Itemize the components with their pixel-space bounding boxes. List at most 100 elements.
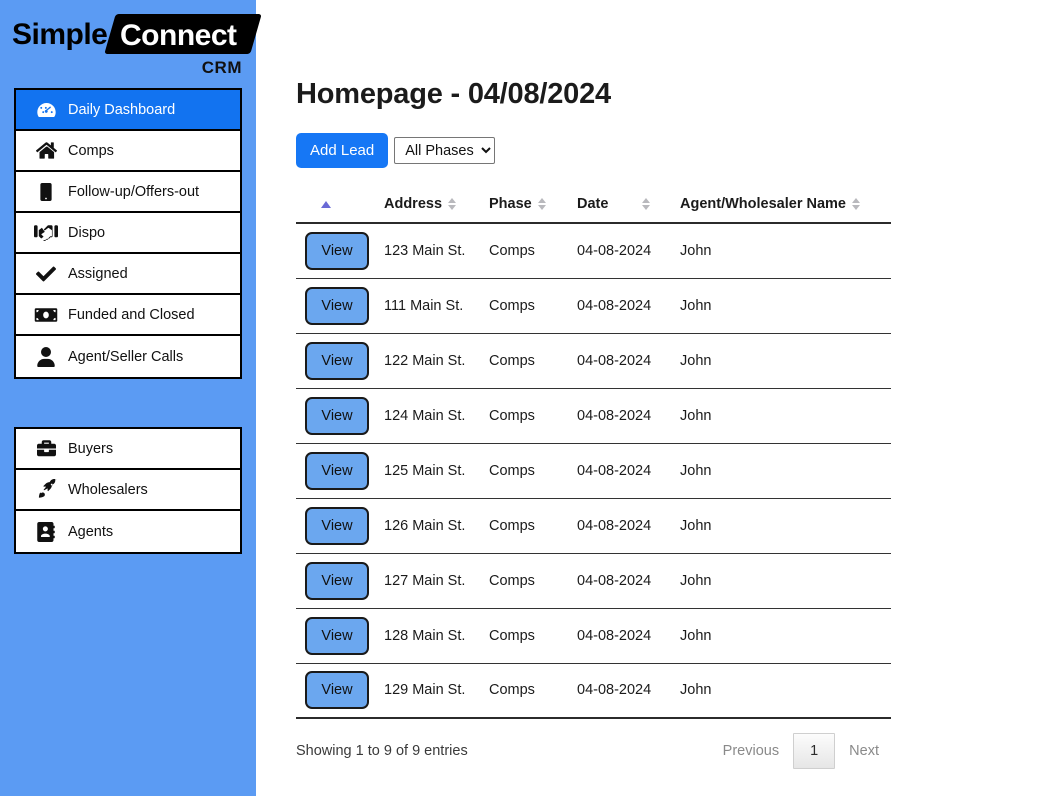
cell-phase: Comps xyxy=(489,223,577,279)
cell-view-action: View xyxy=(296,333,384,389)
sidebar-item-daily-dashboard[interactable]: Daily Dashboard xyxy=(16,90,240,131)
page-title: Homepage - 04/08/2024 xyxy=(296,78,611,110)
cell-date: 04-08-2024 xyxy=(577,278,680,334)
pagination: Previous 1 Next xyxy=(711,733,891,769)
column-header-phase[interactable]: Phase xyxy=(489,190,577,224)
sidebar-item-wholesalers[interactable]: Wholesalers xyxy=(16,470,240,511)
brand-name-simple: Simple xyxy=(12,18,108,51)
cell-view-action: View xyxy=(296,553,384,609)
sidebar-item-label: Funded and Closed xyxy=(68,306,195,323)
sidebar-item-buyers[interactable]: Buyers xyxy=(16,429,240,470)
cell-address: 129 Main St. xyxy=(384,663,489,719)
view-button[interactable]: View xyxy=(305,341,369,380)
cell-address: 127 Main St. xyxy=(384,553,489,609)
phase-filter-select[interactable]: All Phases xyxy=(394,137,496,164)
cell-address: 124 Main St. xyxy=(384,388,489,444)
view-button[interactable]: View xyxy=(305,451,369,490)
sidebar-item-funded-and-closed[interactable]: Funded and Closed xyxy=(16,295,240,336)
view-button[interactable]: View xyxy=(305,671,369,710)
view-button[interactable]: View xyxy=(305,616,369,655)
sidebar-item-agent-seller-calls[interactable]: Agent/Seller Calls xyxy=(16,336,240,377)
pagination-previous[interactable]: Previous xyxy=(711,735,791,767)
cell-date: 04-08-2024 xyxy=(577,443,680,499)
sidebar-item-comps[interactable]: Comps xyxy=(16,131,240,172)
sidebar-item-label: Dispo xyxy=(68,224,106,241)
sidebar-item-label: Follow-up/Offers-out xyxy=(68,183,200,200)
cell-view-action: View xyxy=(296,388,384,444)
pagination-next[interactable]: Next xyxy=(837,735,891,767)
cell-address: 125 Main St. xyxy=(384,443,489,499)
view-button[interactable]: View xyxy=(305,506,369,545)
cell-agent-name: John xyxy=(680,498,891,554)
sort-toggle-icon xyxy=(537,198,546,210)
sidebar-item-label: Buyers xyxy=(68,440,114,457)
sidebar-item-follow-up-offers-out[interactable]: Follow-up/Offers-out xyxy=(16,172,240,213)
view-button[interactable]: View xyxy=(305,231,369,270)
sidebar-primary-nav: Daily Dashboard Comps Follow-up/Offers-o… xyxy=(14,88,242,379)
brand-subtitle: CRM xyxy=(201,58,242,77)
table-row: View 111 Main St. Comps 04-08-2024 John xyxy=(296,278,891,334)
cell-phase: Comps xyxy=(489,278,577,334)
cell-phase: Comps xyxy=(489,498,577,554)
cell-view-action: View xyxy=(296,278,384,334)
cell-address: 123 Main St. xyxy=(384,223,489,279)
sort-toggle-icon xyxy=(642,198,651,210)
cell-address: 122 Main St. xyxy=(384,333,489,389)
column-header-date[interactable]: Date xyxy=(577,190,680,224)
sidebar: Simple Connect CRM Daily Dashboard Comps xyxy=(0,0,262,796)
table-row: View 126 Main St. Comps 04-08-2024 John xyxy=(296,498,891,554)
table-row: View 129 Main St. Comps 04-08-2024 John xyxy=(296,663,891,719)
leads-table-head: Address Phase Date Agent/Wholesaler Name xyxy=(296,190,891,224)
view-button[interactable]: View xyxy=(305,561,369,600)
sidebar-item-label: Assigned xyxy=(68,265,128,282)
cell-address: 126 Main St. xyxy=(384,498,489,554)
sidebar-item-dispo[interactable]: Dispo xyxy=(16,213,240,254)
column-header-label: Agent/Wholesaler Name xyxy=(680,196,846,212)
cell-view-action: View xyxy=(296,608,384,664)
leads-table: Address Phase Date Agent/Wholesaler Name… xyxy=(296,190,891,719)
check-icon xyxy=(24,264,68,284)
sidebar-secondary-nav: Buyers Wholesalers Agents xyxy=(14,427,242,554)
column-header-label: Address xyxy=(384,196,443,212)
cell-phase: Comps xyxy=(489,333,577,389)
entries-info: Showing 1 to 9 of 9 entries xyxy=(296,743,468,759)
table-controls: Add Lead All Phases xyxy=(296,133,866,168)
table-row: View 125 Main St. Comps 04-08-2024 John xyxy=(296,443,891,499)
sidebar-item-label: Agent/Seller Calls xyxy=(68,348,184,365)
view-button[interactable]: View xyxy=(305,396,369,435)
sort-ascending-icon xyxy=(321,200,331,208)
sidebar-item-agents[interactable]: Agents xyxy=(16,511,240,552)
crm-application: Simple Connect CRM Daily Dashboard Comps xyxy=(0,0,1041,796)
sidebar-item-label: Agents xyxy=(68,523,114,540)
cell-date: 04-08-2024 xyxy=(577,608,680,664)
handshake-icon xyxy=(24,222,68,243)
home-icon xyxy=(24,140,68,161)
column-header-address[interactable]: Address xyxy=(384,190,489,224)
cell-view-action: View xyxy=(296,663,384,719)
cell-phase: Comps xyxy=(489,553,577,609)
brand-logo-line: Simple Connect xyxy=(12,14,262,56)
rocket-icon xyxy=(24,479,68,500)
sort-toggle-icon xyxy=(448,198,457,210)
column-header-view[interactable] xyxy=(296,190,384,224)
sidebar-item-assigned[interactable]: Assigned xyxy=(16,254,240,295)
leads-table-body: View 123 Main St. Comps 04-08-2024 John View 1… xyxy=(296,223,891,719)
money-bill-icon xyxy=(24,306,68,324)
column-header-agent-wholesaler-name[interactable]: Agent/Wholesaler Name xyxy=(680,190,891,224)
cell-date: 04-08-2024 xyxy=(577,553,680,609)
cell-view-action: View xyxy=(296,443,384,499)
add-lead-button[interactable]: Add Lead xyxy=(296,133,389,168)
cell-address: 128 Main St. xyxy=(384,608,489,664)
brand-name-connect: Connect xyxy=(120,19,237,52)
cell-date: 04-08-2024 xyxy=(577,223,680,279)
pagination-page-1[interactable]: 1 xyxy=(793,733,836,769)
cell-phase: Comps xyxy=(489,388,577,444)
sort-toggle-icon xyxy=(852,198,860,210)
gauge-icon xyxy=(24,99,68,120)
table-row: View 122 Main St. Comps 04-08-2024 John xyxy=(296,333,891,389)
view-button[interactable]: View xyxy=(305,286,369,325)
table-row: View 123 Main St. Comps 04-08-2024 John xyxy=(296,223,891,279)
cell-agent-name: John xyxy=(680,608,891,664)
table-row: View 127 Main St. Comps 04-08-2024 John xyxy=(296,553,891,609)
cell-date: 04-08-2024 xyxy=(577,498,680,554)
